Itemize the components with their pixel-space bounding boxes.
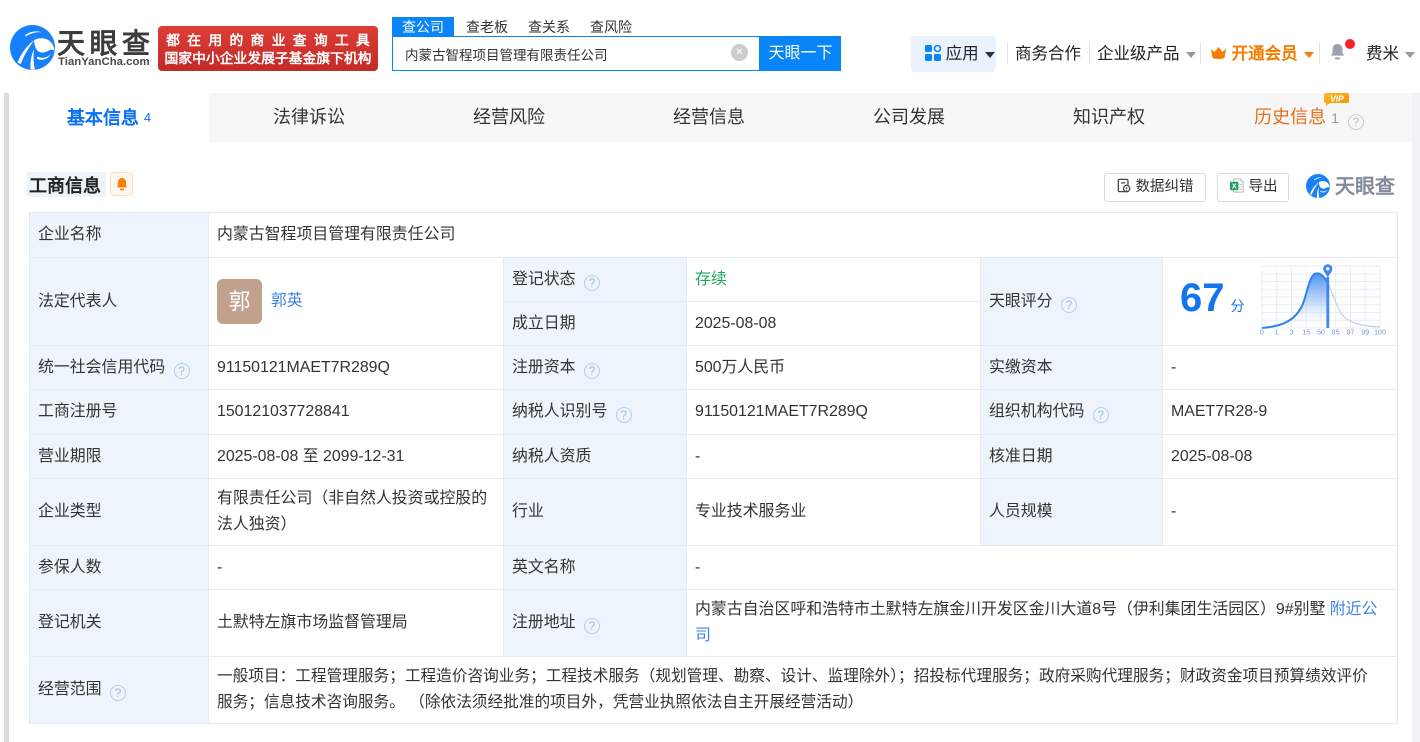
svg-text:50: 50 bbox=[1317, 330, 1325, 337]
svg-text:VIP: VIP bbox=[1330, 94, 1344, 104]
svg-text:97: 97 bbox=[1347, 330, 1355, 337]
svg-text:3: 3 bbox=[1290, 330, 1294, 337]
svg-text:99: 99 bbox=[1361, 330, 1369, 337]
svg-text:0: 0 bbox=[1260, 330, 1264, 337]
svg-text:X: X bbox=[1231, 184, 1236, 191]
svg-text:85: 85 bbox=[1332, 330, 1340, 337]
svg-text:100: 100 bbox=[1374, 330, 1386, 337]
svg-text:15: 15 bbox=[1302, 330, 1310, 337]
svg-text:1: 1 bbox=[1275, 330, 1279, 337]
